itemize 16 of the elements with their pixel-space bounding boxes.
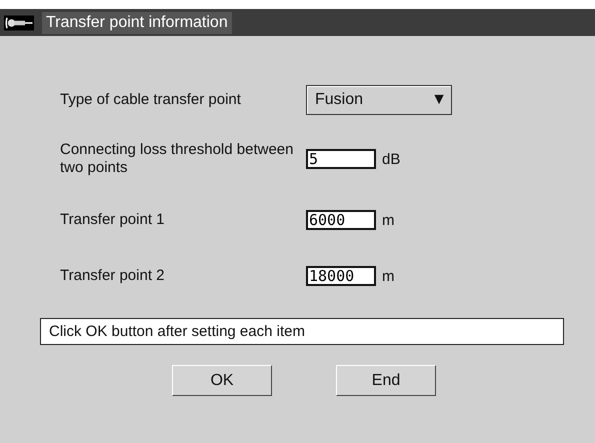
input-field[interactable]: 5 [306,149,376,169]
dialog-button[interactable]: End [336,365,436,396]
window-title: Transfer point information [42,12,232,34]
input-field[interactable]: 18000 [306,266,376,286]
field-label: Transfer point 2 [60,267,166,285]
dialog-button[interactable]: OK [172,365,272,396]
field-label: Transfer point 1 [60,211,166,229]
field-label: Connecting loss threshold between two points [60,141,294,177]
unit-label: m [382,268,394,284]
message-box: Click OK button after setting each item [40,318,564,345]
unit-label: m [382,212,394,228]
field-label: Type of cable transfer point [60,91,242,109]
input-field[interactable]: 6000 [306,210,376,230]
type-dropdown[interactable]: Fusion ▼ [306,85,452,115]
connector-icon [4,14,34,30]
unit-label: dB [382,150,400,168]
